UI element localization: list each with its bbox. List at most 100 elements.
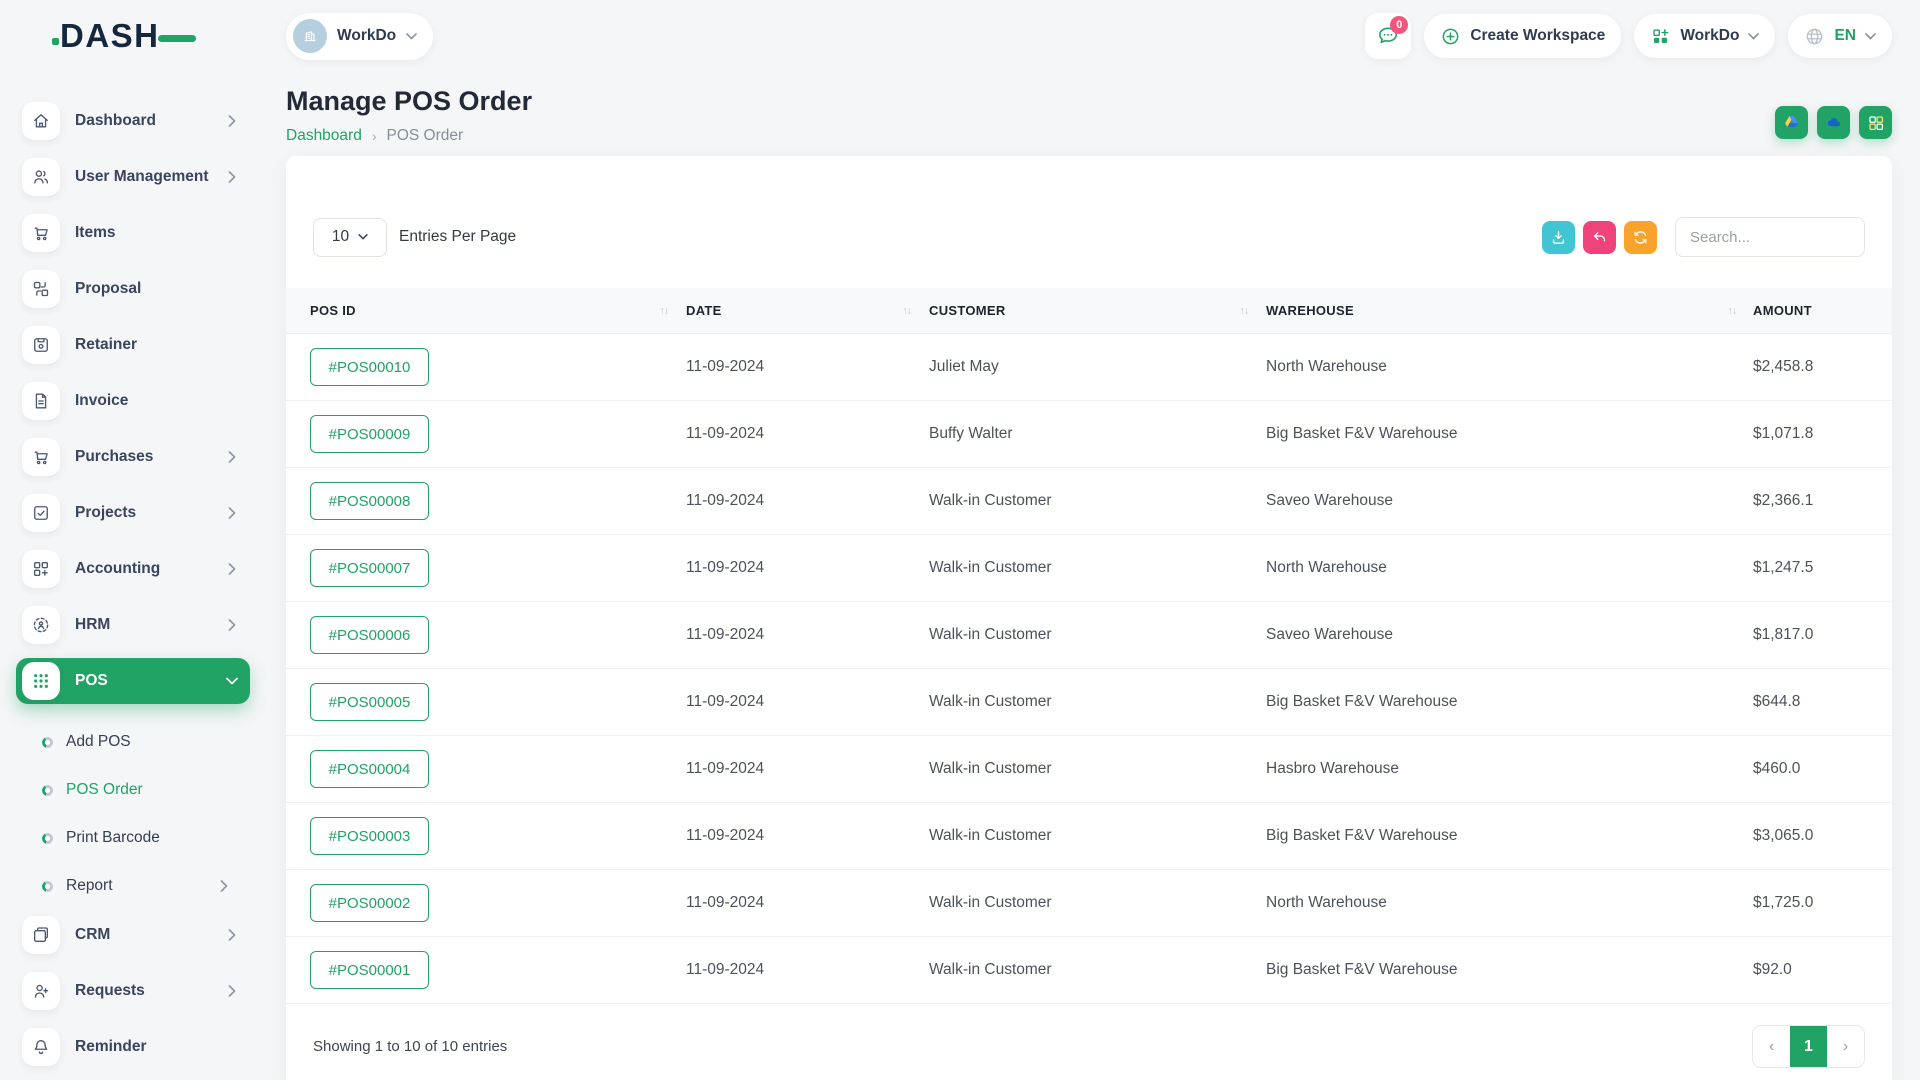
sidebar-item-invoice[interactable]: Invoice [16,378,250,424]
bullet-icon [42,785,53,796]
table-row: #POS00001 11-09-2024 Walk-in Customer Bi… [286,937,1892,1004]
sidebar-subitem-label: Add POS [66,733,131,751]
next-page-button[interactable]: › [1827,1026,1864,1067]
grid-view-button[interactable] [1859,106,1892,139]
workspace-selector[interactable]: WorkDo [286,13,433,60]
sidebar-item-purchases[interactable]: Purchases [16,434,250,480]
sidebar-item-retainer[interactable]: Retainer [16,322,250,368]
table-row: #POS00009 11-09-2024 Buffy Walter Big Ba… [286,401,1892,468]
chevron-down-icon [1865,33,1876,40]
reset-button[interactable] [1583,221,1616,254]
cell-date: 11-09-2024 [676,760,919,778]
sidebar-item-requests[interactable]: Requests [16,968,250,1014]
cell-customer: Walk-in Customer [919,827,1256,845]
pos-id-link[interactable]: #POS00009 [310,415,429,453]
logo-text: DASH [60,17,160,55]
entries-per-page-label: Entries Per Page [399,228,516,246]
undo-icon [1591,229,1608,246]
refresh-button[interactable] [1624,221,1657,254]
sidebar-item-accounting[interactable]: Accounting [16,546,250,592]
entries-per-page-select[interactable]: 10 [313,218,387,257]
sidebar-item-hrm[interactable]: HRM [16,602,250,648]
sidebar-item-projects[interactable]: Projects [16,490,250,536]
cell-amount: $1,247.5 [1744,559,1892,577]
sidebar-subitem-label: Print Barcode [66,829,160,847]
column-header-amount[interactable]: AMOUNT ↑↓ [1744,288,1892,333]
cell-amount: $644.8 [1744,693,1892,711]
cell-amount: $92.0 [1744,961,1892,979]
column-header-warehouse[interactable]: WAREHOUSE ↑↓ [1256,288,1744,333]
sidebar-item-crm[interactable]: CRM [16,912,250,958]
logo-accent-dot [52,38,59,45]
google-drive-button[interactable] [1775,106,1808,139]
pos-submenu: Add POS POS Order Print Barcode Report [16,714,250,912]
table-row: #POS00010 11-09-2024 Juliet May North Wa… [286,334,1892,401]
sidebar-subitem-print-barcode[interactable]: Print Barcode [16,814,250,862]
chevron-right-icon [228,929,236,941]
language-selector[interactable]: EN [1788,14,1892,58]
cart-icon [22,438,60,476]
table-row: #POS00005 11-09-2024 Walk-in Customer Bi… [286,669,1892,736]
sidebar-item-pos[interactable]: POS [16,658,250,704]
sidebar-item-label: Reminder [75,1038,147,1056]
sidebar-item-reminder[interactable]: Reminder [16,1024,250,1070]
cell-amount: $2,458.8 [1744,358,1892,376]
table-row: #POS00006 11-09-2024 Walk-in Customer Sa… [286,602,1892,669]
cell-customer: Walk-in Customer [919,760,1256,778]
workspace-menu-button[interactable]: WorkDo [1634,14,1775,58]
entries-summary: Showing 1 to 10 of 10 entries [313,1038,507,1055]
sidebar-subitem-pos-order[interactable]: POS Order [16,766,250,814]
cell-warehouse: Hasbro Warehouse [1256,760,1744,778]
sidebar-item-user-management[interactable]: User Management [16,154,250,200]
messages-button[interactable]: 0 [1365,13,1411,59]
pos-id-link[interactable]: #POS00003 [310,817,429,855]
column-header-pos-id[interactable]: POS ID ↑↓ [286,288,676,333]
column-header-customer[interactable]: CUSTOMER ↑↓ [919,288,1256,333]
pagination: ‹ 1 › [1752,1025,1865,1068]
export-button[interactable] [1542,221,1575,254]
pos-id-link[interactable]: #POS00010 [310,348,429,386]
cell-amount: $1,817.0 [1744,626,1892,644]
cell-warehouse: Saveo Warehouse [1256,492,1744,510]
sidebar-item-items[interactable]: Items [16,210,250,256]
pos-id-link[interactable]: #POS00007 [310,549,429,587]
pos-id-link[interactable]: #POS00004 [310,750,429,788]
page-1-button[interactable]: 1 [1790,1026,1827,1067]
workspace-name: WorkDo [337,27,396,45]
sidebar-subitem-add-pos[interactable]: Add POS [16,718,250,766]
refresh-icon [1632,229,1649,246]
chevron-right-icon [228,171,236,183]
pos-id-link[interactable]: #POS00008 [310,482,429,520]
pos-icon [22,662,60,700]
table-body: #POS00010 11-09-2024 Juliet May North Wa… [286,334,1892,1004]
create-workspace-button[interactable]: Create Workspace [1424,14,1621,58]
previous-page-button[interactable]: ‹ [1753,1026,1790,1067]
cell-customer: Walk-in Customer [919,693,1256,711]
chevron-down-icon [1748,33,1759,40]
sidebar-item-proposal[interactable]: Proposal [16,266,250,312]
cell-amount: $2,366.1 [1744,492,1892,510]
pos-id-link[interactable]: #POS00002 [310,884,429,922]
chevron-right-icon [228,115,236,127]
sidebar-item-dashboard[interactable]: Dashboard [16,98,250,144]
column-header-date[interactable]: DATE ↑↓ [676,288,919,333]
sidebar-subitem-report[interactable]: Report [16,862,250,910]
sidebar: DASH Dashboard User Management Items Pro… [0,0,258,1080]
download-icon [1550,229,1567,246]
accounting-icon [22,550,60,588]
pos-id-link[interactable]: #POS00006 [310,616,429,654]
cell-warehouse: Big Basket F&V Warehouse [1256,827,1744,845]
pos-id-link[interactable]: #POS00005 [310,683,429,721]
table-row: #POS00002 11-09-2024 Walk-in Customer No… [286,870,1892,937]
sidebar-subitem-label: Report [66,877,113,895]
cell-date: 11-09-2024 [676,827,919,845]
brand-logo[interactable]: DASH [0,0,258,72]
breadcrumb-dashboard-link[interactable]: Dashboard [286,127,362,145]
onedrive-button[interactable] [1817,106,1850,139]
pos-id-link[interactable]: #POS00001 [310,951,429,989]
language-code: EN [1834,27,1856,45]
sort-icon: ↑↓ [1728,305,1737,317]
search-input[interactable] [1675,217,1865,257]
sidebar-nav: Dashboard User Management Items Proposal… [0,72,258,1070]
cell-customer: Juliet May [919,358,1256,376]
